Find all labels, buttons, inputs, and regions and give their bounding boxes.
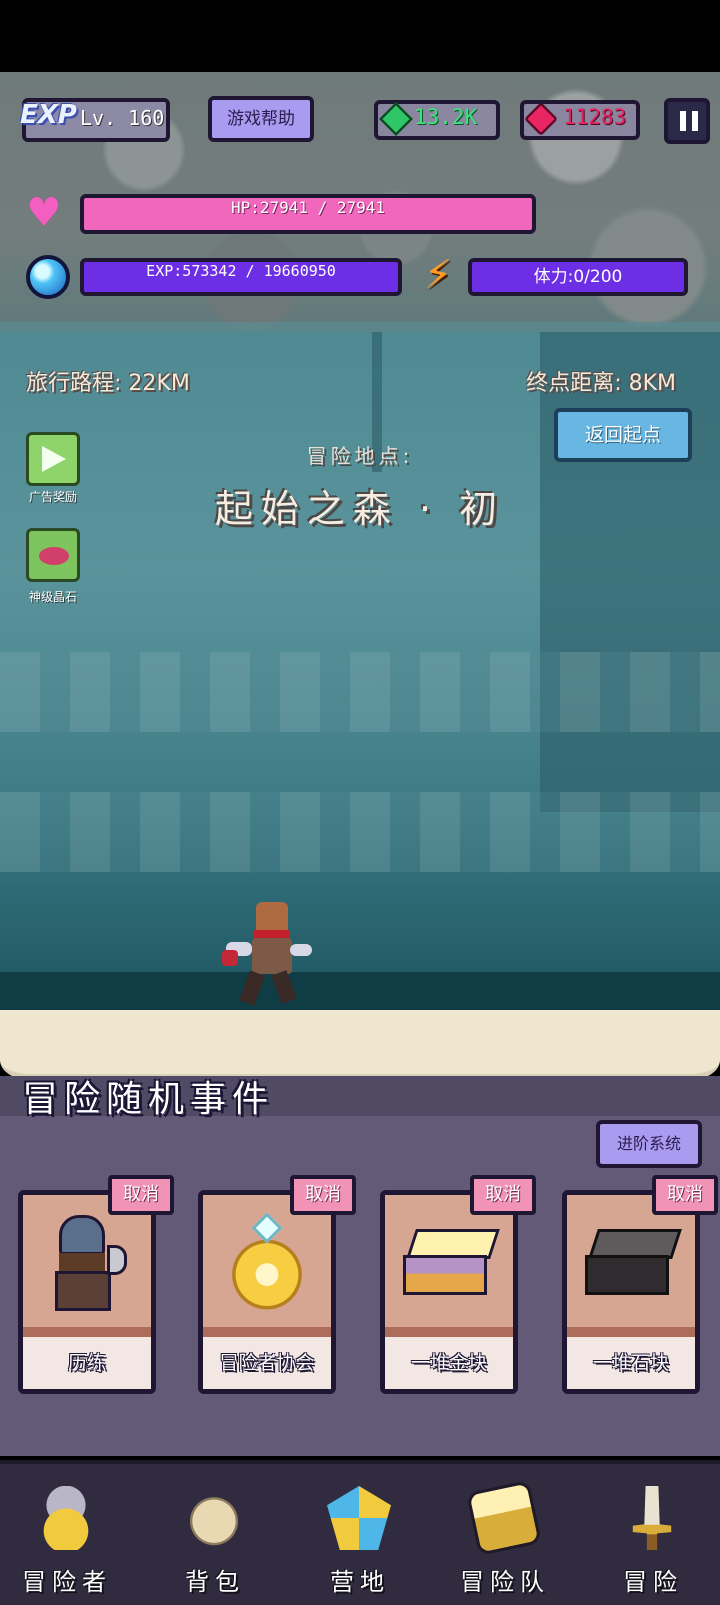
cancel-button[interactable]: 取消 <box>470 1175 536 1215</box>
nav-label: 冒险者 <box>22 1568 112 1596</box>
hero-leg <box>239 970 265 1006</box>
exp-text: EXP:573342 / 19660950 <box>146 262 336 280</box>
nav-label: 营地 <box>330 1568 390 1596</box>
nav-adventurer[interactable]: 冒险者 <box>12 1478 122 1598</box>
cancel-button[interactable]: 取消 <box>108 1175 174 1215</box>
divine-crystal-label: 神级晶石 <box>28 590 77 604</box>
gold-block-icon <box>403 1229 500 1297</box>
stone-side <box>585 1255 669 1295</box>
advancement-system-label: 进阶系统 <box>616 1134 681 1153</box>
card-strip <box>567 1327 695 1337</box>
exp-bar: EXP:573342 / 19660950 <box>80 258 402 296</box>
dark-ground <box>0 972 720 1012</box>
hero-fist <box>222 950 238 966</box>
stamina-text: 体力:0/200 <box>533 267 623 287</box>
location-title: 冒险地点: <box>306 444 414 468</box>
exp-logo: EXP <box>20 100 77 130</box>
game-help-button[interactable]: 游戏帮助 <box>208 96 314 142</box>
nav-label: 背包 <box>185 1568 245 1596</box>
stamina-bar: 体力:0/200 <box>468 258 688 296</box>
divine-crystal-button[interactable] <box>26 528 80 582</box>
pause-icon <box>680 111 686 131</box>
knight-beard <box>59 1253 105 1273</box>
team-icon <box>466 1480 542 1556</box>
cancel-button[interactable]: 取消 <box>290 1175 356 1215</box>
guild-emblem-icon <box>229 1212 305 1313</box>
knight-torso <box>55 1271 111 1311</box>
level-text: Lv. 160 <box>80 106 165 130</box>
nav-label: 冒险 <box>623 1568 683 1596</box>
hp-bar: HP:27941 / 27941 <box>80 194 536 234</box>
foliage-band <box>0 792 720 872</box>
event-card-guild[interactable]: 冒险者协会 <box>198 1190 336 1394</box>
meat-icon <box>39 547 69 565</box>
gem-value: 13.2K <box>414 105 478 129</box>
hud-separator <box>0 322 720 332</box>
knight-icon <box>45 1215 127 1315</box>
heart-icon: ♥ <box>26 190 62 236</box>
hero-sprite <box>222 902 314 1012</box>
gold-side <box>403 1255 487 1295</box>
ruby-value: 11283 <box>563 105 627 129</box>
nav-team[interactable]: 冒险队 <box>450 1478 560 1598</box>
hp-text: HP:27941 / 27941 <box>230 198 386 217</box>
location-name: 起始之森 · 初 <box>214 487 506 531</box>
tree-trunk <box>540 332 720 812</box>
exp-orb-icon <box>26 255 70 299</box>
card-strip <box>23 1327 151 1337</box>
pause-icon <box>692 111 698 131</box>
cancel-button[interactable]: 取消 <box>652 1175 718 1215</box>
nav-backpack[interactable]: 背包 <box>160 1478 270 1598</box>
foliage-band <box>0 652 720 732</box>
card-strip <box>203 1327 331 1337</box>
nav-label: 冒险队 <box>460 1568 550 1596</box>
emblem-gem <box>251 1212 283 1244</box>
advancement-system-button[interactable]: 进阶系统 <box>596 1120 702 1168</box>
knight-helmet <box>59 1215 105 1255</box>
event-card-stone[interactable]: 一堆石块 <box>562 1190 700 1394</box>
sword-icon <box>632 1486 672 1550</box>
hero-leg <box>271 970 297 1004</box>
backpack-icon <box>182 1486 246 1550</box>
status-bar <box>0 0 720 72</box>
card-label: 冒险者协会 <box>203 1337 331 1389</box>
nav-adventure[interactable]: 冒险 <box>598 1478 708 1598</box>
event-card-gold[interactable]: 一堆金块 <box>380 1190 518 1394</box>
card-strip <box>385 1327 513 1337</box>
hero-arm <box>290 944 312 956</box>
card-label: 一堆石块 <box>567 1337 695 1389</box>
events-title: 冒险随机事件 <box>22 1079 275 1120</box>
stone-block-icon <box>585 1229 682 1297</box>
event-card-training[interactable]: 历练 <box>18 1190 156 1394</box>
card-label: 历练 <box>23 1337 151 1389</box>
pause-button[interactable] <box>664 98 710 144</box>
crown-icon <box>34 1486 98 1550</box>
hero-body <box>252 938 292 974</box>
game-help-label: 游戏帮助 <box>227 109 295 129</box>
card-label: 一堆金块 <box>385 1337 513 1389</box>
axe-icon <box>107 1245 127 1275</box>
remaining-distance: 终点距离: 8KM <box>526 371 676 396</box>
nav-camp[interactable]: 营地 <box>305 1478 415 1598</box>
lightning-icon: ⚡ <box>424 252 453 298</box>
travel-distance: 旅行路程: 22KM <box>26 371 190 396</box>
camp-icon <box>327 1486 391 1550</box>
